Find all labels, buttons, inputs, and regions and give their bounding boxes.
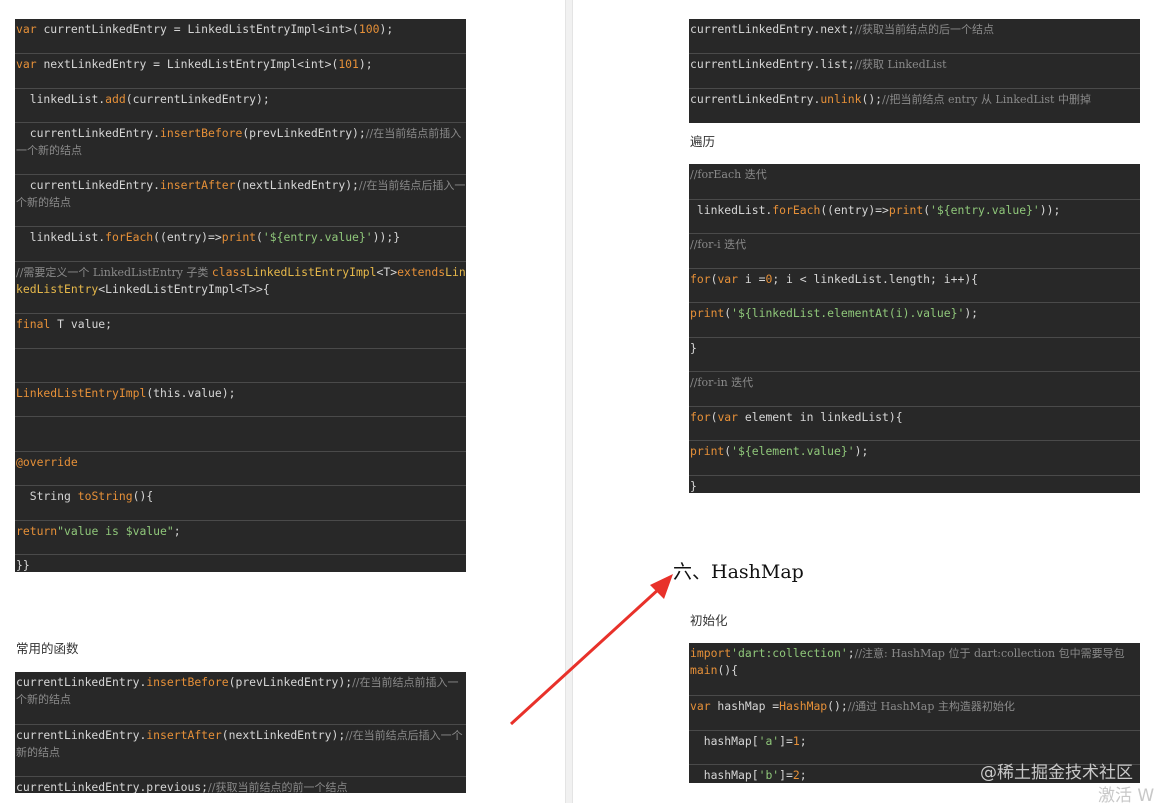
- red-arrow-annotation: [509, 574, 673, 726]
- watermark-site: @稀土掘金技术社区: [980, 763, 1133, 783]
- watermark-activate: 激活 W: [1098, 786, 1155, 806]
- arrow-shaft: [509, 586, 662, 726]
